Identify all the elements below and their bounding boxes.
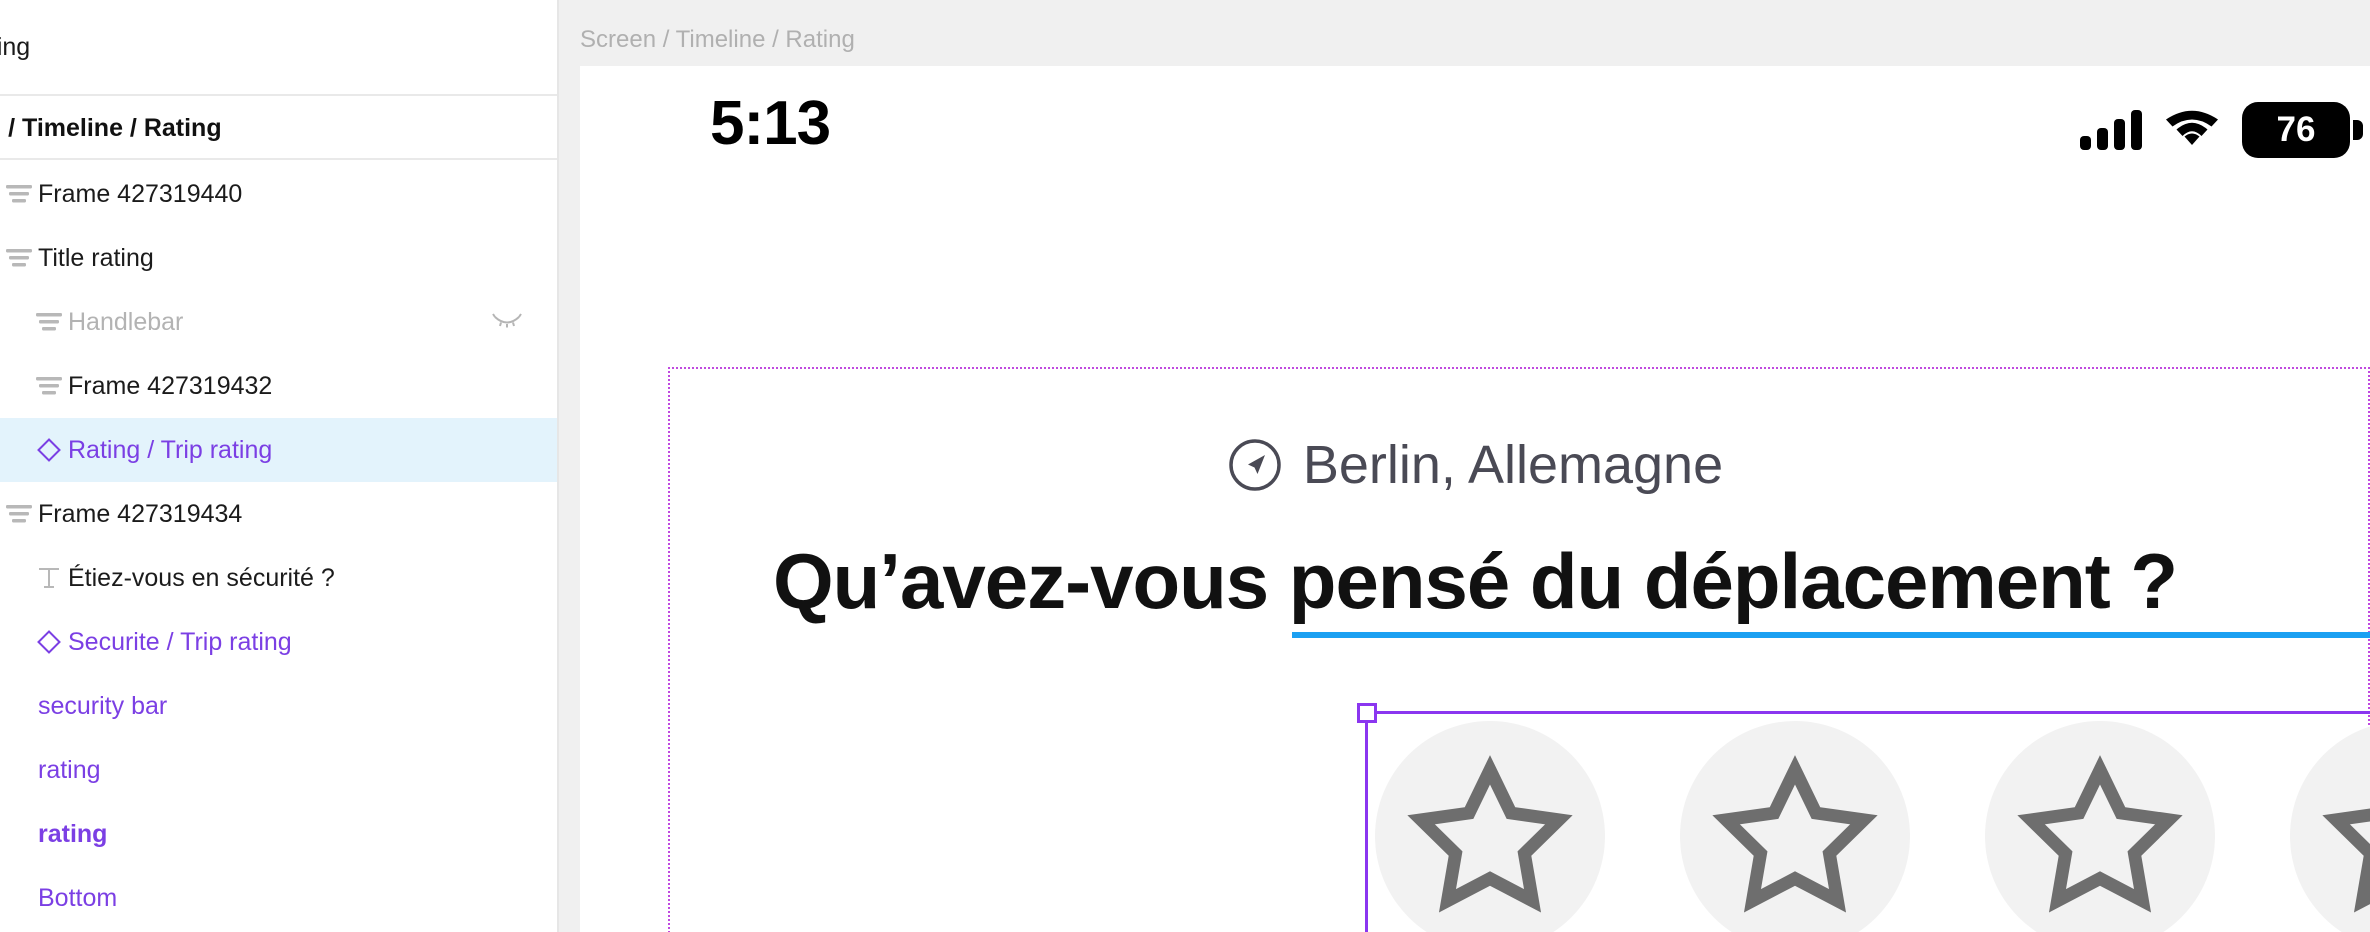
layer-row[interactable]: Title rating: [0, 226, 557, 290]
status-bar-indicators: 76: [2080, 102, 2350, 158]
component-icon: [37, 438, 61, 462]
frame-icon: [6, 249, 32, 267]
layer-row-label: Rating / Trip rating: [68, 435, 273, 464]
layer-row[interactable]: Securite / Trip rating: [0, 610, 557, 674]
figma-editor-window: eting en / Timeline / Rating Frame 42731…: [0, 0, 2370, 932]
mobile-status-bar: 5:13 76: [580, 66, 2370, 176]
layer-row[interactable]: Frame 427319432: [0, 354, 557, 418]
layer-row-label: rating: [38, 819, 108, 848]
resize-handle-top-left[interactable]: [1357, 703, 1377, 723]
layer-tree: Frame 427319440 Title rating Handlebar Fram…: [0, 162, 557, 930]
frame-icon: [6, 185, 32, 203]
navigation-arrow-icon: [1229, 439, 1281, 491]
design-canvas[interactable]: Screen / Timeline / Rating 5:13 76 Berli…: [559, 0, 2370, 932]
blue-alignment-guide: [1292, 632, 2370, 638]
layer-row[interactable]: Handlebar: [0, 290, 557, 354]
layer-row[interactable]: security bar: [0, 674, 557, 738]
canvas-frame-breadcrumb[interactable]: Screen / Timeline / Rating: [580, 26, 855, 54]
layer-row[interactable]: rating: [0, 802, 557, 866]
layer-row-label: Frame 427319432: [68, 371, 273, 400]
frame-icon-wrapper: [0, 175, 38, 213]
sidebar-top-section[interactable]: eting: [0, 0, 557, 96]
star-rating-selection-box[interactable]: [1357, 703, 2370, 932]
layer-row-label: Securite / Trip rating: [68, 627, 292, 656]
text-icon: [39, 568, 59, 588]
frame-icon: [36, 377, 62, 395]
layer-row-label: Bottom: [38, 883, 118, 912]
layer-row[interactable]: Frame 427319434: [0, 482, 557, 546]
sidebar-top-label: eting: [0, 32, 31, 61]
sidebar-page-path[interactable]: en / Timeline / Rating: [0, 98, 557, 160]
layer-row-label: Title rating: [38, 243, 154, 272]
layer-row-label: Étiez-vous en sécurité ?: [68, 563, 335, 592]
layer-row[interactable]: Étiez-vous en sécurité ?: [0, 546, 557, 610]
layer-row[interactable]: Frame 427319440: [0, 162, 557, 226]
layer-row-label: Frame 427319440: [38, 179, 243, 208]
location-label: Berlin, Allemagne: [1302, 435, 1724, 495]
status-bar-time: 5:13: [710, 89, 831, 158]
component-icon: [37, 630, 61, 654]
location-row: Berlin, Allemagne: [580, 434, 2370, 496]
no-icon: [0, 815, 38, 853]
layer-row-label: security bar: [38, 691, 168, 720]
device-frame[interactable]: 5:13 76 Berlin, Allemagne Qu’avez-vous p…: [580, 66, 2370, 932]
component-icon-wrapper: [30, 431, 68, 469]
sidebar-page-path-label: en / Timeline / Rating: [0, 113, 222, 142]
layer-row-label: Frame 427319434: [38, 499, 243, 528]
text-icon-wrapper: [30, 559, 68, 597]
layer-row-label: Handlebar: [68, 307, 184, 336]
frame-icon-wrapper: [0, 239, 38, 277]
no-icon: [0, 879, 38, 917]
layer-row[interactable]: rating: [0, 738, 557, 802]
no-icon: [0, 687, 38, 725]
frame-icon-wrapper: [30, 367, 68, 405]
layers-sidebar: eting en / Timeline / Rating Frame 42731…: [0, 0, 559, 932]
layer-row[interactable]: Rating / Trip rating: [0, 418, 557, 482]
frame-icon: [6, 505, 32, 523]
cellular-signal-icon: [2080, 110, 2142, 150]
layer-row-label: rating: [38, 755, 101, 784]
frame-icon-wrapper: [30, 303, 68, 341]
layer-row[interactable]: Bottom: [0, 866, 557, 930]
battery-indicator: 76: [2242, 102, 2350, 158]
battery-level-label: 76: [2276, 110, 2316, 149]
frame-icon-wrapper: [0, 495, 38, 533]
wifi-icon: [2166, 110, 2218, 145]
component-icon-wrapper: [30, 623, 68, 661]
hidden-eye-icon[interactable]: [491, 306, 523, 338]
frame-icon: [36, 313, 62, 331]
question-headline[interactable]: Qu’avez-vous pensé du déplacement ?: [580, 536, 2370, 627]
no-icon: [0, 751, 38, 789]
